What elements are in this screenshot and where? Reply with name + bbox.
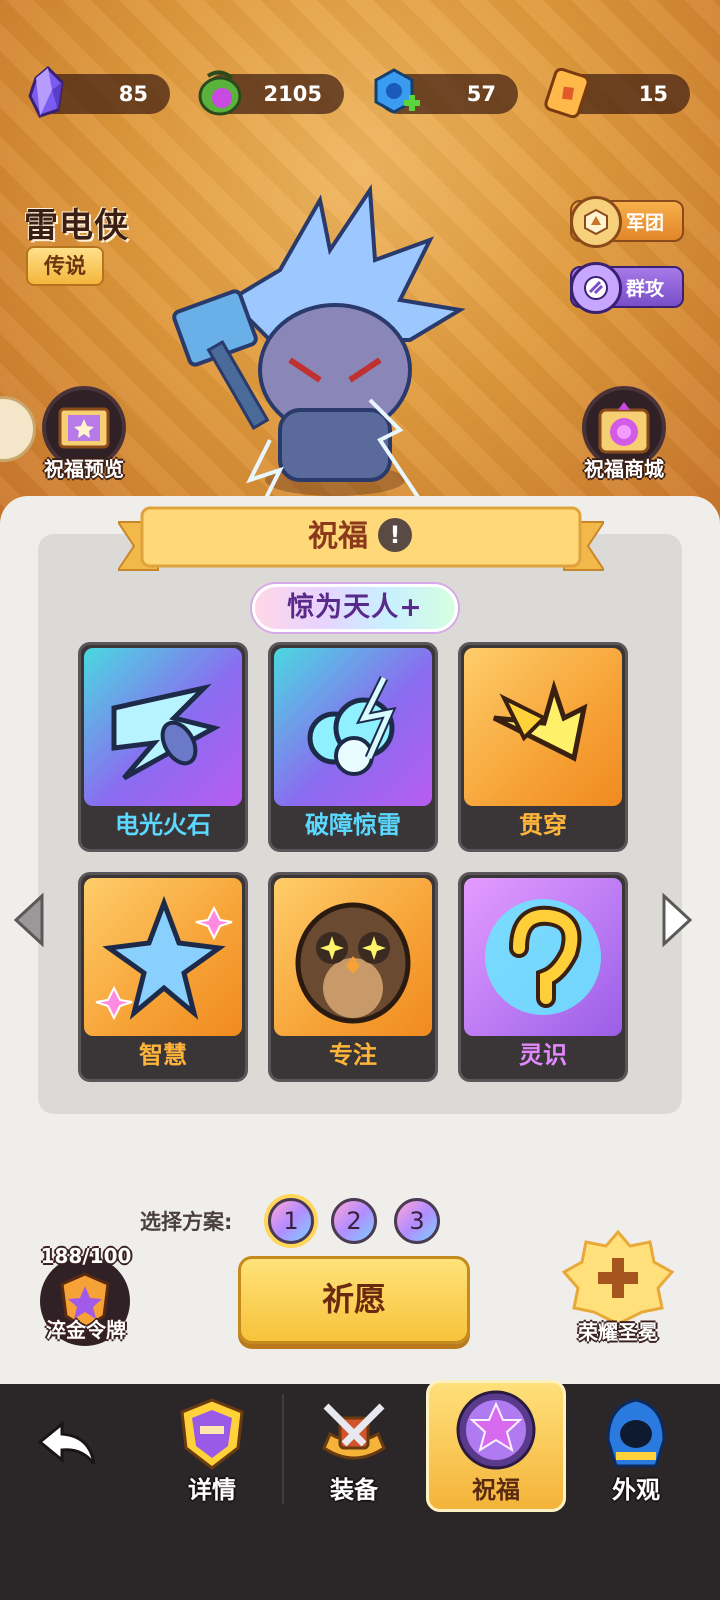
info-icon[interactable]: ! <box>378 517 412 552</box>
blessing-name: 电光火石 <box>115 811 211 839</box>
plan-button-1[interactable]: 1 <box>268 1198 314 1244</box>
next-page-arrow-icon[interactable] <box>660 892 694 948</box>
blessing-card[interactable]: 破障惊雷 <box>268 642 438 852</box>
nav-tab-equipment[interactable]: 装备 <box>284 1392 424 1512</box>
ticket-icon <box>544 67 590 119</box>
token-label: 淬金令牌 <box>46 1318 126 1342</box>
plan-button-2[interactable]: 2 <box>331 1198 377 1244</box>
glory-crown-button[interactable]: 荣耀圣冕 <box>558 1228 678 1354</box>
equipment-icon <box>322 1403 386 1460</box>
potion-icon <box>198 70 242 116</box>
blessing-name: 专注 <box>329 1041 377 1069</box>
blessing-name: 智慧 <box>139 1041 187 1069</box>
glory-label: 荣耀圣冕 <box>578 1320 658 1344</box>
blue-gem-plus-icon <box>374 68 420 114</box>
thunder-cloud-icon <box>274 648 432 806</box>
blessing-card[interactable]: 专注 <box>268 872 438 1082</box>
plan-label: 选择方案: <box>140 1210 233 1234</box>
blessing-preview-label: 祝福预览 <box>44 457 124 481</box>
resource-value: 85 <box>118 82 148 106</box>
pray-button[interactable]: 祈愿 <box>238 1256 470 1344</box>
blessing-shop-label: 祝福商城 <box>584 457 664 481</box>
hooded-figure-icon <box>606 1398 666 1468</box>
aoe-label: 群攻 <box>626 277 665 300</box>
blessing-name: 灵识 <box>519 1041 567 1069</box>
nav-label: 详情 <box>188 1476 236 1504</box>
panel-title: 祝福! <box>0 512 720 562</box>
legion-tag[interactable]: 军团 <box>570 196 684 248</box>
helmet-icon <box>180 1398 244 1470</box>
blessing-rank-badge: 惊为天人+ <box>252 584 458 632</box>
crystal-icon <box>28 66 64 118</box>
legion-icon <box>570 196 622 248</box>
blessing-preview-button[interactable]: 祝福预览 <box>36 386 132 482</box>
rarity-badge: 传说 <box>26 246 104 286</box>
resource-value: 57 <box>466 82 496 106</box>
nav-label: 装备 <box>330 1476 378 1504</box>
resource-value: 2105 <box>263 82 322 106</box>
blessing-card[interactable]: 贯穿 <box>458 642 628 852</box>
blessing-card[interactable]: 电光火石 <box>78 642 248 852</box>
resource-value: 15 <box>638 82 668 106</box>
lightning-dart-icon <box>84 648 242 806</box>
blessing-name: 破障惊雷 <box>305 811 401 839</box>
blessing-shop-button[interactable]: 祝福商城 <box>576 386 672 482</box>
piercing-arrow-icon <box>464 648 622 806</box>
spiral-rune-icon <box>464 878 622 1036</box>
nav-tab-details[interactable]: 详情 <box>142 1392 282 1512</box>
hero-name: 雷电侠 <box>24 206 129 246</box>
nav-tab-appearance[interactable]: 外观 <box>566 1392 706 1512</box>
nav-tab-blessing[interactable]: 祝福 <box>426 1380 566 1512</box>
plan-button-3[interactable]: 3 <box>394 1198 440 1244</box>
back-arrow-icon[interactable] <box>36 1420 98 1468</box>
legion-label: 军团 <box>626 211 665 234</box>
crystal-star-icon <box>84 878 242 1036</box>
crown-plus-icon <box>561 1229 675 1326</box>
gold-token-button[interactable]: 188/100 淬金令牌 <box>36 1244 136 1354</box>
blessing-name: 贯穿 <box>519 811 567 839</box>
nav-label: 外观 <box>612 1476 660 1504</box>
prev-page-arrow-icon[interactable] <box>12 892 46 948</box>
blessing-card[interactable]: 智慧 <box>78 872 248 1082</box>
blessing-card[interactable]: 灵识 <box>458 872 628 1082</box>
owl-icon <box>274 878 432 1036</box>
star-emblem-icon <box>456 1390 536 1470</box>
token-count: 188/100 <box>40 1244 132 1268</box>
nav-label: 祝福 <box>472 1476 520 1504</box>
aoe-tag[interactable]: 群攻 <box>570 262 684 314</box>
aoe-icon <box>570 262 622 314</box>
hero-character-art <box>172 184 466 510</box>
panel-title-text: 祝福 <box>308 519 368 554</box>
